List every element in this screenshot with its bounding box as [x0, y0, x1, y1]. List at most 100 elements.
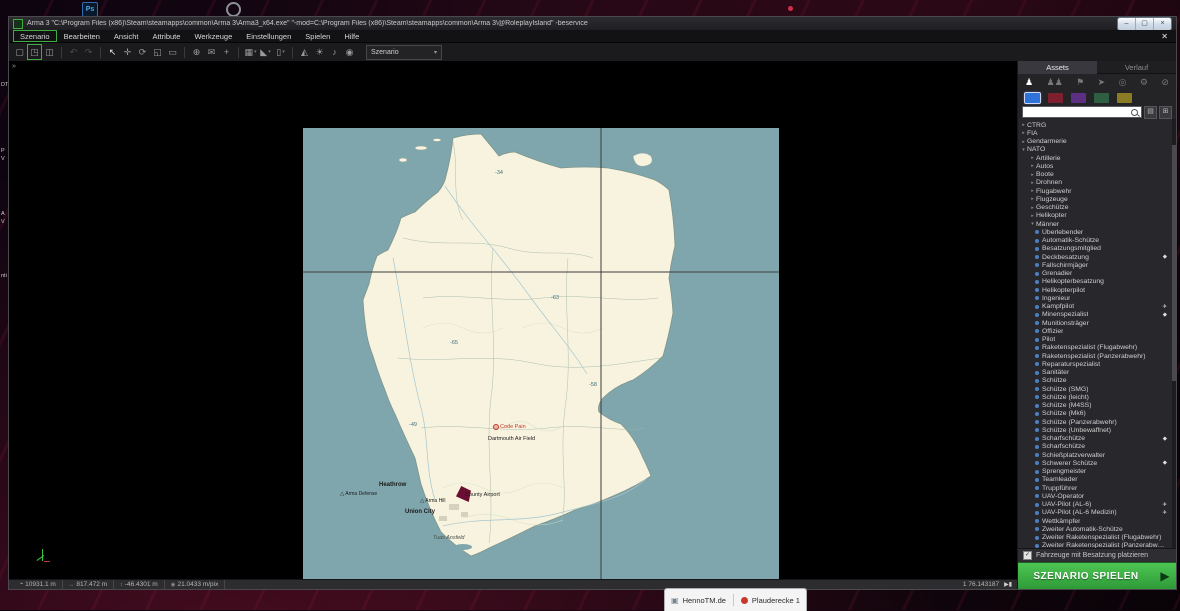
scale-tool-icon[interactable]: ◱ [151, 45, 164, 59]
tree-item[interactable]: Fallschirmjäger [1018, 261, 1176, 269]
globe-icon[interactable]: ⊕ [190, 45, 203, 59]
tree-scrollbar[interactable] [1172, 119, 1176, 548]
expander-icon[interactable]: ▸ [1029, 213, 1036, 219]
search-input[interactable] [1025, 108, 1131, 116]
map-marker[interactable]: Tuas Ansfeld [433, 535, 465, 541]
terrain-map[interactable]: -34 -63 -65 -58 -49 [303, 128, 779, 579]
tree-item[interactable]: UAV-Operator [1018, 492, 1176, 500]
tree-item[interactable]: Überlebender [1018, 228, 1176, 236]
vertical-mode-icon[interactable]: ▯ [274, 45, 287, 59]
playback-icons[interactable]: ▶▮ [1004, 581, 1012, 588]
map-marker[interactable]: Union City [405, 509, 435, 515]
expander-icon[interactable]: ▸ [1029, 188, 1036, 194]
sound-icon[interactable]: ♪ [328, 45, 341, 59]
tab-verlauf[interactable]: Verlauf [1097, 61, 1176, 74]
lighting-icon[interactable]: ☀ [313, 45, 326, 59]
tree-item[interactable]: Minenspezialist ◆ [1018, 311, 1176, 319]
tree-item[interactable]: Grenadier [1018, 270, 1176, 278]
menu-spielen[interactable]: Spielen [298, 30, 337, 42]
tree-item[interactable]: Raketenspezialist (Panzerabwehr) [1018, 352, 1176, 360]
map-marker[interactable]: Code Pain [493, 424, 526, 430]
tree-item[interactable]: Offizier [1018, 327, 1176, 335]
tree-item[interactable]: Schütze (M4SS) [1018, 402, 1176, 410]
menu-einstellungen[interactable]: Einstellungen [239, 30, 298, 42]
visibility-icon[interactable]: ◉ [343, 45, 356, 59]
faction-civilian[interactable] [1071, 93, 1086, 103]
tree-item[interactable]: ▸ Autos [1018, 162, 1176, 170]
faction-independent[interactable] [1094, 93, 1109, 103]
taskbar-app-icon[interactable] [226, 2, 241, 17]
tree-item[interactable]: ▾ NATO [1018, 146, 1176, 154]
tree-item[interactable]: ▾ Männer [1018, 220, 1176, 228]
tree-item[interactable]: Zweiter Raketenspezialist (Panzerabwehr) [1018, 542, 1176, 548]
teamspeak-tab-channel[interactable]: Plauderecke 1 [752, 596, 800, 605]
close-icon[interactable]: ✕ [1161, 32, 1168, 41]
expander-icon[interactable]: ▾ [1020, 147, 1027, 153]
tree-item[interactable]: Sanitäter [1018, 369, 1176, 377]
tree-item[interactable]: Kampfpilot ✈ [1018, 303, 1176, 311]
tree-item[interactable]: Zweiter Automatik-Schütze [1018, 525, 1176, 533]
tree-item[interactable]: UAV-Pilot (AL-6) ✈ [1018, 501, 1176, 509]
tab-assets[interactable]: Assets [1018, 61, 1097, 74]
expander-icon[interactable]: ▾ [1029, 221, 1036, 227]
modules-icon[interactable]: ⚙ [1140, 77, 1148, 88]
tree-item[interactable]: Munitionsträger [1018, 319, 1176, 327]
toolbar-icon[interactable] [100, 47, 101, 58]
map-viewport[interactable]: » [9, 61, 1017, 579]
tree-item[interactable]: ▸ Flugzeuge [1018, 195, 1176, 203]
tree-item[interactable]: ▸ Artillerie [1018, 154, 1176, 162]
tree-item[interactable]: Deckbesatzung ◆ [1018, 253, 1176, 261]
map-marker[interactable]: Dartmouth Air Field [488, 436, 535, 442]
grid-view-button[interactable]: ⊞ [1159, 106, 1172, 119]
checkbox-icon[interactable]: ✓ [1023, 551, 1032, 560]
select-tool-icon[interactable]: ↖ [106, 45, 119, 59]
title-bar[interactable]: Arma 3 "C:\Program Files (x86)\Steam\ste… [9, 17, 1176, 30]
tree-item[interactable]: ▸ Flugabwehr [1018, 187, 1176, 195]
grid-snap-icon[interactable]: ▦ [244, 45, 257, 59]
tree-item[interactable]: Schütze (Unbewaffnet) [1018, 426, 1176, 434]
teamspeak-tab-server[interactable]: HennoTM.de [683, 596, 726, 605]
expander-icon[interactable]: ▸ [1029, 205, 1036, 211]
tree-item[interactable]: Reparaturspezialist [1018, 360, 1176, 368]
tree-item[interactable]: Ingenieur [1018, 294, 1176, 302]
close-button[interactable]: × [1153, 18, 1171, 30]
save-scenario-icon[interactable]: ◫ [43, 45, 56, 59]
tree-item[interactable]: Scharfschütze ◆ [1018, 435, 1176, 443]
terrain-view-icon[interactable]: ◭ [298, 45, 311, 59]
expander-icon[interactable]: ▸ [1020, 130, 1027, 136]
photoshop-icon[interactable]: Ps [82, 2, 98, 17]
area-tool-icon[interactable]: ▭ [166, 45, 179, 59]
faction-empty[interactable] [1117, 93, 1132, 103]
tree-item[interactable]: Truppführer [1018, 484, 1176, 492]
toolbar-icon[interactable] [238, 47, 239, 58]
scenario-phase-dropdown[interactable]: Szenario ▾ [366, 45, 442, 60]
expander-icon[interactable]: ▸ [1029, 155, 1036, 161]
tree-item[interactable]: Zweiter Raketenspezialist (Flugabwehr) [1018, 534, 1176, 542]
new-scenario-icon[interactable]: ▢ [13, 45, 26, 59]
panel-collapse-icon[interactable]: » [12, 63, 16, 70]
tree-item[interactable]: ▸ CTRG [1018, 121, 1176, 129]
place-with-crew-row[interactable]: ✓ Fahrzeuge mit Besatzung platzieren [1018, 548, 1176, 562]
search-icon[interactable] [1131, 109, 1138, 116]
tree-item[interactable]: Automatik-Schütze [1018, 237, 1176, 245]
expander-icon[interactable]: ▸ [1020, 139, 1027, 145]
tree-item[interactable]: Sprengmeister [1018, 468, 1176, 476]
tree-item[interactable]: Schütze (leicht) [1018, 393, 1176, 401]
surface-snap-icon[interactable]: ◣ [259, 45, 272, 59]
toolbar-icon[interactable] [61, 47, 62, 58]
tree-item[interactable]: Schütze (Panzerabwehr) [1018, 418, 1176, 426]
tree-item[interactable]: Schwerer Schütze ◆ [1018, 459, 1176, 467]
tree-item[interactable]: Scharfschütze [1018, 443, 1176, 451]
tree-item[interactable]: Helikopterpilot [1018, 286, 1176, 294]
faction-blufor[interactable] [1025, 93, 1040, 103]
expander-icon[interactable]: ▸ [1020, 122, 1027, 128]
tree-item[interactable]: UAV-Pilot (AL-6 Medizin) ✈ [1018, 509, 1176, 517]
tree-item[interactable]: ▸ Geschütze [1018, 204, 1176, 212]
menu-hilfe[interactable]: Hilfe [337, 30, 366, 42]
tree-item[interactable]: Schießplatzverwalter [1018, 451, 1176, 459]
translate-tool-icon[interactable]: ✛ [121, 45, 134, 59]
message-icon[interactable]: ✉ [205, 45, 218, 59]
tree-item[interactable]: ▸ Boote [1018, 171, 1176, 179]
menu-werkzeuge[interactable]: Werkzeuge [187, 30, 239, 42]
play-scenario-button[interactable]: SZENARIO SPIELEN ▶ [1018, 562, 1176, 589]
